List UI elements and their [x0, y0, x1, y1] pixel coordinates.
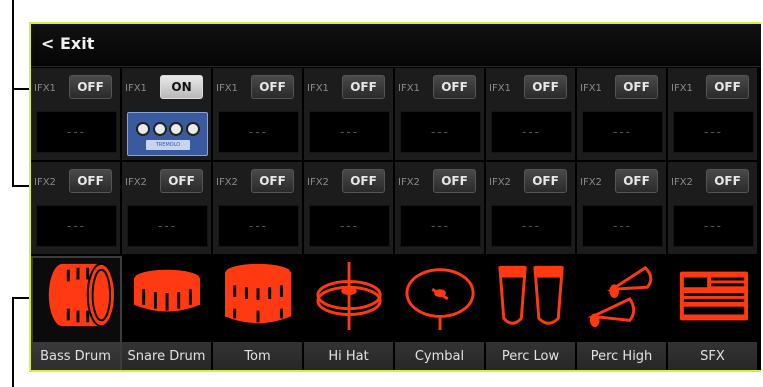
kit-label: Cymbal	[395, 342, 484, 370]
kit-selector: Bass Drum Snare Drum Tom Hi Hat Cymbal Perc L…	[31, 256, 761, 370]
ifx1-effect-slot[interactable]: ---	[36, 111, 117, 153]
ifx1-toggle-button[interactable]: OFF	[706, 75, 749, 99]
ifx1-effect-slot[interactable]: ---	[400, 111, 481, 153]
ifx1-label: IFX1	[580, 83, 602, 94]
ifx2-label: IFX2	[671, 177, 693, 188]
ifx2-toggle-button[interactable]: OFF	[615, 169, 658, 193]
ifx2-label: IFX2	[125, 177, 147, 188]
ifx1-effect-slot[interactable]: ---	[491, 111, 572, 153]
ifx2-cell: IFX2 OFF ---	[668, 162, 759, 254]
ifx2-cell: IFX2 OFF ---	[486, 162, 577, 254]
ifx2-toggle-button[interactable]: OFF	[160, 169, 203, 193]
ifx2-cell: IFX2 OFF ---	[31, 162, 122, 254]
ifx2-effect-slot[interactable]: ---	[36, 205, 117, 247]
ifx1-effect-slot[interactable]: ---	[218, 111, 299, 153]
callout-line	[12, 0, 14, 187]
ifx2-toggle-button[interactable]: OFF	[251, 169, 294, 193]
ifx1-row: IFX1 OFF --- IFX1 ON TREMOLO IFX1 OFF --- IFX1 OFF…	[31, 68, 761, 160]
ifx2-row: IFX2 OFF --- IFX2 OFF --- IFX2 OFF --- IFX2 OFF ---…	[31, 162, 761, 254]
ifx1-label: IFX1	[307, 83, 329, 94]
kit-label: Perc High	[577, 342, 666, 370]
ifx2-label: IFX2	[34, 177, 56, 188]
shakers-icon	[587, 265, 653, 328]
ifx2-effect-slot[interactable]: ---	[582, 205, 663, 247]
ifx2-effect-slot[interactable]: ---	[400, 205, 481, 247]
ifx1-toggle-button[interactable]: OFF	[524, 75, 567, 99]
ifx2-cell: IFX2 OFF ---	[304, 162, 395, 254]
drum-machine-icon	[679, 271, 749, 321]
kit-sfx[interactable]: SFX	[668, 256, 759, 370]
exit-button[interactable]: < Exit	[41, 34, 94, 53]
kit-perc-high[interactable]: Perc High	[577, 256, 668, 370]
ifx1-label: IFX1	[489, 83, 511, 94]
tremolo-pedal-icon[interactable]: TREMOLO	[127, 112, 208, 156]
ifx2-effect-slot[interactable]: ---	[218, 205, 299, 247]
kit-label: Hi Hat	[304, 342, 393, 370]
ifx2-effect-slot[interactable]: ---	[491, 205, 572, 247]
ifx1-label: IFX1	[398, 83, 420, 94]
kit-hi-hat[interactable]: Hi Hat	[304, 256, 395, 370]
ifx2-cell: IFX2 OFF ---	[395, 162, 486, 254]
ifx2-label: IFX2	[307, 177, 329, 188]
tom-icon	[223, 261, 293, 324]
ifx1-cell: IFX1 OFF ---	[577, 68, 668, 160]
ifx1-toggle-button[interactable]: OFF	[615, 75, 658, 99]
pedal-name-plate: TREMOLO	[146, 140, 190, 150]
congas-icon	[498, 265, 564, 325]
kit-label: Perc Low	[486, 342, 575, 370]
ifx1-label: IFX1	[671, 83, 693, 94]
ifx1-cell: IFX1 OFF ---	[304, 68, 395, 160]
ifx2-label: IFX2	[580, 177, 602, 188]
ifx2-label: IFX2	[489, 177, 511, 188]
ifx2-effect-slot[interactable]: ---	[309, 205, 390, 247]
header-bar: < Exit	[31, 24, 761, 67]
ifx1-cell: IFX1 OFF ---	[668, 68, 759, 160]
ifx1-label: IFX1	[125, 83, 147, 94]
ifx2-effect-slot[interactable]: ---	[127, 205, 208, 247]
kit-tom[interactable]: Tom	[213, 256, 304, 370]
ifx1-effect-slot[interactable]: ---	[309, 111, 390, 153]
ifx1-toggle-button[interactable]: OFF	[433, 75, 476, 99]
cymbal-icon	[405, 268, 475, 331]
snare-drum-icon	[132, 267, 202, 312]
ifx1-cell: IFX1 OFF ---	[31, 68, 122, 160]
kit-cymbal[interactable]: Cymbal	[395, 256, 486, 370]
kit-label: Bass Drum	[31, 342, 120, 370]
bass-drum-icon	[48, 262, 115, 328]
ifx2-label: IFX2	[398, 177, 420, 188]
kit-perc-low[interactable]: Perc Low	[486, 256, 577, 370]
callout-line	[12, 297, 14, 387]
kit-label: Snare Drum	[122, 342, 211, 370]
kit-label: Tom	[213, 342, 302, 370]
drum-kit-panel: < Exit IFX1 OFF --- IFX1 ON TREMOLO IFX1 OFF ---…	[29, 22, 761, 372]
ifx2-cell: IFX2 OFF ---	[213, 162, 304, 254]
ifx1-toggle-button[interactable]: ON	[160, 75, 203, 99]
ifx1-cell: IFX1 OFF ---	[213, 68, 304, 160]
ifx1-cell: IFX1 OFF ---	[395, 68, 486, 160]
ifx1-cell: IFX1 OFF ---	[486, 68, 577, 160]
hi-hat-icon	[316, 261, 382, 331]
ifx2-label: IFX2	[216, 177, 238, 188]
kit-bass-drum[interactable]: Bass Drum	[31, 256, 122, 370]
ifx2-cell: IFX2 OFF ---	[577, 162, 668, 254]
ifx2-toggle-button[interactable]: OFF	[433, 169, 476, 193]
ifx1-toggle-button[interactable]: OFF	[69, 75, 112, 99]
ifx1-effect-slot[interactable]: ---	[673, 111, 754, 153]
kit-snare-drum[interactable]: Snare Drum	[122, 256, 213, 370]
ifx2-toggle-button[interactable]: OFF	[706, 169, 749, 193]
ifx1-toggle-button[interactable]: OFF	[342, 75, 385, 99]
ifx2-cell: IFX2 OFF ---	[122, 162, 213, 254]
ifx1-toggle-button[interactable]: OFF	[251, 75, 294, 99]
ifx2-toggle-button[interactable]: OFF	[524, 169, 567, 193]
kit-label: SFX	[668, 342, 757, 370]
ifx1-effect-slot[interactable]: ---	[582, 111, 663, 153]
ifx2-toggle-button[interactable]: OFF	[69, 169, 112, 193]
ifx2-effect-slot[interactable]: ---	[673, 205, 754, 247]
pedal-knobs	[136, 122, 200, 136]
ifx1-label: IFX1	[216, 83, 238, 94]
ifx1-cell: IFX1 ON TREMOLO	[122, 68, 213, 160]
ifx2-toggle-button[interactable]: OFF	[342, 169, 385, 193]
ifx1-label: IFX1	[34, 83, 56, 94]
